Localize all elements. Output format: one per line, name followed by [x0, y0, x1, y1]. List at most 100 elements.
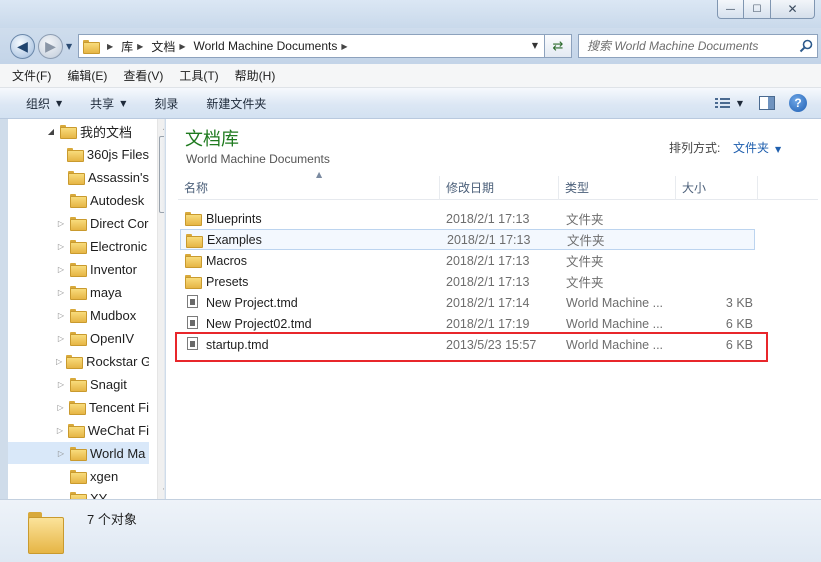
search-box[interactable]: [578, 34, 818, 58]
file-size: 6 KB: [725, 316, 753, 331]
folder-icon: [70, 378, 87, 392]
tree-item-label: XY: [90, 490, 108, 500]
column-name[interactable]: 名称: [178, 176, 440, 200]
tree-item[interactable]: Assassin's: [8, 166, 149, 188]
burn-button[interactable]: 刻录: [154, 95, 178, 112]
help-button[interactable]: ?: [789, 94, 807, 112]
column-size[interactable]: 大小: [676, 176, 758, 200]
search-icon[interactable]: [795, 39, 817, 53]
file-type: 文件夹: [566, 213, 604, 227]
file-row[interactable]: Presets 2018/2/1 17:13 文件夹: [180, 271, 755, 292]
minimize-button[interactable]: —: [717, 0, 744, 19]
view-dropdown-icon[interactable]: ▼: [737, 99, 743, 108]
search-input[interactable]: [579, 35, 795, 57]
navigation-pane: ◢ 我的文档 360js Files Assassin's Autodesk ▷ D…: [8, 119, 165, 499]
address-history-dropdown-icon[interactable]: ▼: [532, 41, 538, 50]
refresh-button[interactable]: ⇄: [545, 34, 572, 58]
menu-edit[interactable]: 编辑(E): [67, 67, 107, 84]
breadcrumb-world-machine[interactable]: World Machine Documents: [194, 39, 338, 53]
column-type[interactable]: 类型: [559, 176, 676, 200]
share-button[interactable]: 共享 ▼: [90, 95, 126, 112]
expand-arrow-icon[interactable]: ▷: [56, 426, 64, 435]
file-row[interactable]: Macros 2018/2/1 17:13 文件夹: [180, 250, 755, 271]
back-button[interactable]: ◀: [10, 34, 35, 59]
tree-item-label: 360js Files: [86, 146, 149, 162]
menu-view[interactable]: 查看(V): [123, 67, 163, 84]
tree-item-label: Tencent Fi: [89, 399, 149, 415]
scroll-thumb[interactable]: [159, 136, 164, 213]
preview-pane-icon[interactable]: [757, 93, 777, 113]
scroll-down-icon[interactable]: ▼: [158, 483, 164, 499]
back-arrow-icon: ◀: [17, 38, 28, 55]
breadcrumb-separator-icon[interactable]: ▶: [179, 42, 185, 51]
file-row-hover[interactable]: Examples 2018/2/1 17:13 文件夹: [180, 229, 755, 250]
chevron-down-icon: ▼: [775, 145, 782, 154]
file-size: 3 KB: [725, 295, 753, 310]
menu-help[interactable]: 帮助(H): [235, 67, 276, 84]
tree-item[interactable]: ▷ OpenIV: [8, 327, 149, 349]
menu-file[interactable]: 文件(F): [12, 67, 51, 84]
tree-item[interactable]: xgen: [8, 465, 149, 487]
folder-icon: [66, 148, 84, 162]
expand-arrow-icon[interactable]: ▷: [56, 449, 66, 458]
scroll-up-icon[interactable]: ▲: [158, 119, 164, 135]
arrange-by-dropdown[interactable]: 文件夹 ▼: [733, 139, 781, 156]
address-bar[interactable]: ▶ 库 ▶ 文档 ▶ World Machine Documents ▶ ▼: [78, 34, 545, 58]
expand-arrow-icon[interactable]: ▷: [56, 403, 65, 412]
tree-scrollbar[interactable]: ▲ ▼: [157, 119, 164, 499]
expand-arrow-icon[interactable]: ▷: [56, 265, 66, 274]
recent-pages-dropdown-icon[interactable]: ▼: [66, 42, 72, 51]
tree-item[interactable]: ▷ maya: [8, 281, 149, 303]
details-pane: 7 个对象: [0, 499, 821, 562]
tree-item-label: Assassin's: [87, 169, 149, 185]
folder-icon: [67, 171, 85, 185]
expand-arrow-icon[interactable]: ▷: [56, 380, 66, 389]
folder-icon: [70, 447, 87, 461]
organize-button[interactable]: 组织 ▼: [26, 95, 62, 112]
tree-item-selected[interactable]: ▷ World Ma: [8, 442, 149, 464]
file-row[interactable]: New Project02.tmd 2018/2/1 17:19 World M…: [180, 313, 755, 334]
folder-icon: [60, 125, 77, 139]
tree-item[interactable]: ▷ Inventor: [8, 258, 149, 280]
chevron-down-icon: ▼: [120, 98, 127, 108]
breadcrumb-documents[interactable]: 文档: [151, 38, 175, 55]
tree-item[interactable]: ▷ WeChat Fi: [8, 419, 149, 441]
folder-icon: [185, 275, 202, 289]
folder-icon: [67, 424, 85, 438]
folder-icon: [70, 470, 87, 484]
tree-item[interactable]: ▷ Tencent Fi: [8, 396, 149, 418]
view-options-icon[interactable]: [713, 93, 733, 113]
file-row[interactable]: Blueprints 2018/2/1 17:13 文件夹: [180, 208, 755, 229]
tree-item[interactable]: 360js Files: [8, 143, 149, 165]
tree-item[interactable]: ▷ Snagit: [8, 373, 149, 395]
menu-bar: 文件(F) 编辑(E) 查看(V) 工具(T) 帮助(H): [0, 64, 821, 88]
expand-arrow-icon[interactable]: ▷: [56, 334, 66, 343]
expand-arrow-icon[interactable]: ◢: [46, 127, 56, 136]
breadcrumb-library[interactable]: 库: [121, 38, 133, 55]
tree-item[interactable]: ▷ Direct Cor: [8, 212, 149, 234]
tree-item[interactable]: ▷ Rockstar G: [8, 350, 149, 372]
tree-item-label: Rockstar G: [86, 353, 149, 369]
file-row[interactable]: New Project.tmd 2018/2/1 17:14 World Mac…: [180, 292, 755, 313]
tree-item[interactable]: ▷ Electronic: [8, 235, 149, 257]
expand-arrow-icon[interactable]: ▷: [56, 288, 66, 297]
forward-button[interactable]: ▶: [38, 34, 63, 59]
column-date[interactable]: 修改日期: [440, 176, 559, 200]
breadcrumb-separator-icon[interactable]: ▶: [341, 42, 347, 51]
expand-arrow-icon[interactable]: ▷: [56, 242, 66, 251]
close-button[interactable]: ✕: [771, 0, 815, 19]
menu-tools[interactable]: 工具(T): [179, 67, 218, 84]
breadcrumb-separator-icon[interactable]: ▶: [107, 42, 113, 51]
breadcrumb-separator-icon[interactable]: ▶: [137, 42, 143, 51]
expand-arrow-icon[interactable]: ▷: [56, 357, 62, 366]
new-folder-button[interactable]: 新建文件夹: [206, 95, 266, 112]
maximize-button[interactable]: ☐: [744, 0, 771, 19]
file-icon: [187, 316, 198, 329]
expand-arrow-icon[interactable]: ▷: [56, 219, 66, 228]
tree-item[interactable]: ◢ 我的文档: [8, 120, 149, 142]
expand-arrow-icon[interactable]: ▷: [56, 311, 66, 320]
tree-item[interactable]: ▷ Mudbox: [8, 304, 149, 326]
folder-icon: [186, 234, 203, 248]
tree-item[interactable]: Autodesk: [8, 189, 149, 211]
tree-item[interactable]: XY: [8, 487, 149, 499]
